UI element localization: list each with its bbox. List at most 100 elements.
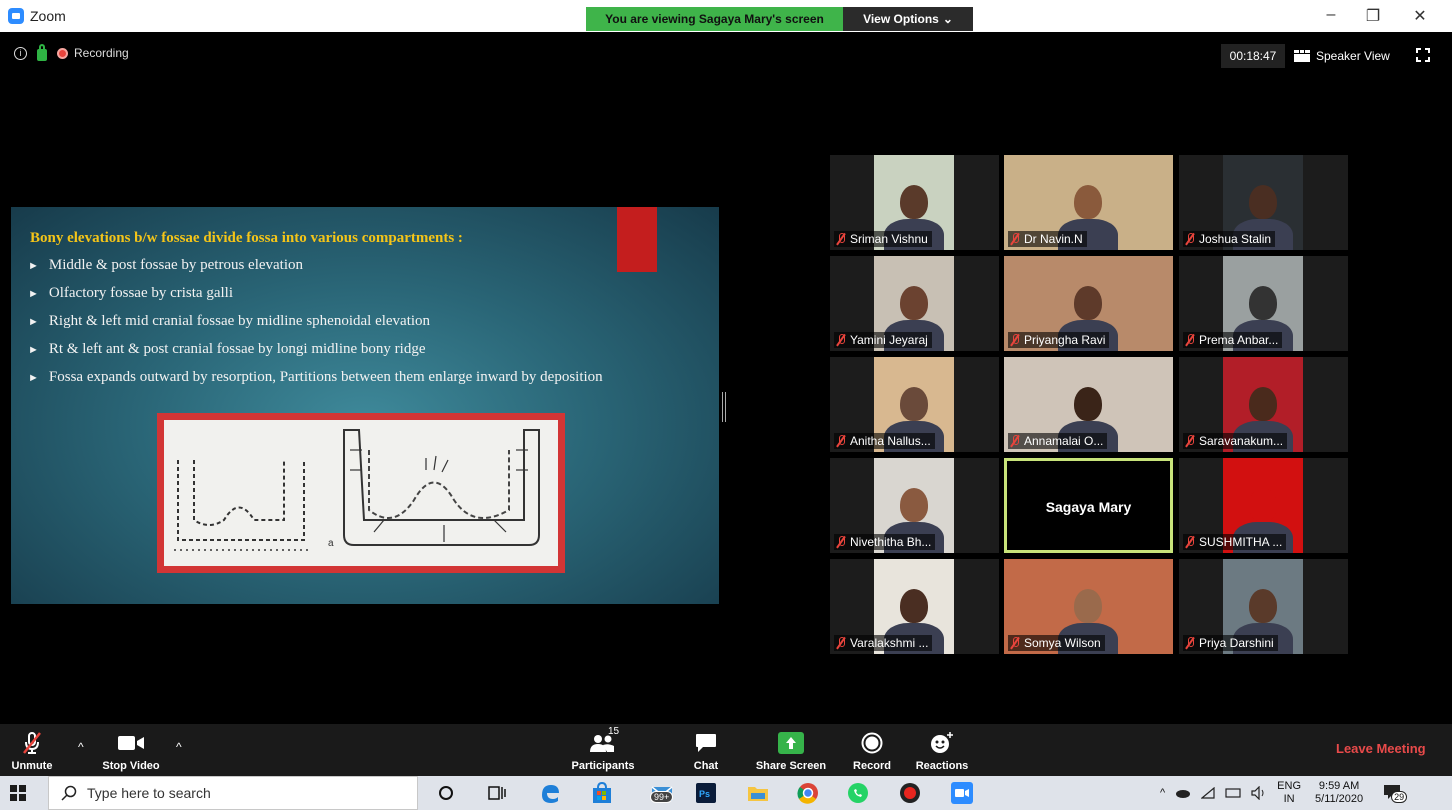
participant-tile[interactable]: Sagaya Mary bbox=[1004, 458, 1173, 553]
participant-name-tag: Anitha Nallus... bbox=[834, 433, 935, 449]
participant-tile[interactable]: Saravanakum... bbox=[1179, 357, 1348, 452]
photoshop-icon[interactable]: Ps bbox=[694, 781, 718, 805]
participant-tile[interactable]: Joshua Stalin bbox=[1179, 155, 1348, 250]
lock-icon[interactable] bbox=[37, 44, 47, 61]
participant-tile[interactable]: Yamini Jeyaraj bbox=[830, 256, 999, 351]
meeting-timer: 00:18:47 bbox=[1221, 44, 1285, 68]
participants-button[interactable]: 15 Participants bbox=[566, 724, 640, 776]
video-options-chevron-icon[interactable]: ^ bbox=[176, 740, 182, 754]
mail-badge: 99+ bbox=[650, 791, 674, 803]
participant-name-tag: SUSHMITHA ... bbox=[1183, 534, 1287, 550]
bullet-text: Right & left mid cranial fossae by midli… bbox=[48, 313, 431, 329]
muted-mic-icon bbox=[836, 435, 846, 447]
participant-tile[interactable]: Dr Navin.N bbox=[1004, 155, 1173, 250]
participant-tile[interactable]: SUSHMITHA ... bbox=[1179, 458, 1348, 553]
taskbar-search-box[interactable]: Type here to search bbox=[48, 776, 418, 810]
muted-mic-icon bbox=[1185, 334, 1195, 346]
reactions-button[interactable]: Reactions bbox=[912, 724, 972, 776]
slide-bullets: ► Middle & post fossae by petrous elevati… bbox=[28, 256, 648, 396]
action-center-button[interactable]: 29 bbox=[1383, 784, 1408, 803]
participant-name-tag: Joshua Stalin bbox=[1183, 231, 1276, 247]
stop-video-button[interactable]: Stop Video bbox=[96, 724, 166, 776]
restore-button[interactable]: ❐ bbox=[1358, 6, 1388, 26]
network-icon[interactable] bbox=[1225, 787, 1241, 799]
windows-start-icon[interactable] bbox=[10, 785, 26, 801]
fullscreen-icon[interactable] bbox=[1416, 48, 1430, 62]
participant-name-tag: Yamini Jeyaraj bbox=[834, 332, 932, 348]
wifi-icon[interactable] bbox=[1201, 787, 1215, 799]
task-view-icon[interactable] bbox=[485, 781, 509, 805]
participant-tile[interactable]: Somya Wilson bbox=[1004, 559, 1173, 654]
participant-head bbox=[900, 589, 928, 623]
speaker-volume-icon[interactable] bbox=[1251, 786, 1267, 800]
mail-icon[interactable]: 99+ bbox=[640, 781, 684, 805]
view-options-button[interactable]: View Options ⌄ bbox=[843, 7, 973, 31]
cortana-icon[interactable] bbox=[434, 781, 458, 805]
chat-button[interactable]: Chat bbox=[686, 724, 726, 776]
participant-head bbox=[900, 286, 928, 320]
zoom-logo-icon bbox=[8, 8, 24, 24]
participant-tile[interactable]: Varalakshmi ... bbox=[830, 559, 999, 654]
muted-mic-icon bbox=[836, 637, 846, 649]
participant-tile[interactable]: Annamalai O... bbox=[1004, 357, 1173, 452]
clock[interactable]: 9:59 AM 5/11/2020 bbox=[1315, 780, 1363, 806]
share-screen-button[interactable]: Share Screen bbox=[752, 724, 830, 776]
close-button[interactable]: ✕ bbox=[1405, 6, 1435, 26]
recording-indicator[interactable]: Recording bbox=[57, 46, 129, 60]
participant-name: Saravanakum... bbox=[1199, 434, 1284, 448]
stop-video-label: Stop Video bbox=[102, 760, 160, 772]
record-button[interactable]: Record bbox=[848, 724, 896, 776]
participant-tile[interactable]: Nivethitha Bh... bbox=[830, 458, 999, 553]
participant-head bbox=[1074, 589, 1102, 623]
onedrive-cloud-icon[interactable] bbox=[1175, 788, 1191, 798]
slide-bullet: ► Olfactory fossae by crista galli bbox=[28, 284, 648, 303]
title-bar: Zoom You are viewing Sagaya Mary's scree… bbox=[0, 0, 1452, 32]
reactions-label: Reactions bbox=[915, 760, 969, 772]
participant-tile[interactable]: Priya Darshini bbox=[1179, 559, 1348, 654]
chat-label: Chat bbox=[693, 760, 719, 772]
participant-name: SUSHMITHA ... bbox=[1199, 535, 1283, 549]
zoom-taskbar-icon[interactable] bbox=[950, 781, 974, 805]
chevron-down-icon: ⌄ bbox=[942, 12, 953, 26]
minimize-button[interactable]: – bbox=[1316, 6, 1346, 24]
audio-options-chevron-icon[interactable]: ^ bbox=[78, 740, 84, 754]
speaker-view-button[interactable]: Speaker View bbox=[1294, 44, 1402, 68]
bullet-text: Middle & post fossae by petrous elevatio… bbox=[48, 257, 304, 273]
muted-mic-icon bbox=[1185, 435, 1195, 447]
participant-tile[interactable]: Prema Anbar... bbox=[1179, 256, 1348, 351]
muted-mic-icon bbox=[1010, 435, 1020, 447]
participant-head bbox=[1074, 387, 1102, 421]
whatsapp-icon[interactable] bbox=[846, 781, 870, 805]
unmute-label: Unmute bbox=[11, 760, 53, 772]
bullet-arrow-icon: ► bbox=[28, 344, 39, 356]
input-language[interactable]: ENG IN bbox=[1277, 780, 1301, 806]
leave-meeting-button[interactable]: Leave Meeting bbox=[1336, 741, 1426, 756]
participant-name-tag: Varalakshmi ... bbox=[834, 635, 933, 651]
panel-splitter-handle[interactable] bbox=[722, 392, 726, 422]
participant-tile[interactable]: Priyangha Ravi bbox=[1004, 256, 1173, 351]
store-icon[interactable] bbox=[590, 781, 614, 805]
bullet-arrow-icon: ► bbox=[28, 288, 39, 300]
slide-bullet: ► Fossa expands outward by resorption, Pa… bbox=[28, 368, 648, 387]
participant-name-tag: Somya Wilson bbox=[1008, 635, 1105, 651]
share-screen-icon bbox=[778, 732, 804, 754]
unmute-button[interactable]: Unmute bbox=[8, 724, 56, 776]
participant-head bbox=[1249, 488, 1277, 522]
participant-tile[interactable]: Sriman Vishnu bbox=[830, 155, 999, 250]
participant-head bbox=[1249, 185, 1277, 219]
muted-mic-icon bbox=[836, 536, 846, 548]
fossa-diagram: a bbox=[157, 413, 565, 573]
record-icon bbox=[861, 732, 883, 754]
chrome-icon[interactable] bbox=[796, 781, 820, 805]
meeting-info-bar: i Recording bbox=[14, 44, 129, 61]
show-hidden-icons-icon[interactable]: ^ bbox=[1160, 787, 1165, 799]
participant-tile[interactable]: Anitha Nallus... bbox=[830, 357, 999, 452]
screen-recorder-icon[interactable] bbox=[898, 781, 922, 805]
participant-head bbox=[1249, 589, 1277, 623]
bullet-text: Rt & left ant & post cranial fossae by l… bbox=[48, 341, 426, 357]
file-explorer-icon[interactable] bbox=[746, 781, 770, 805]
edge-browser-icon[interactable] bbox=[538, 781, 562, 805]
participant-name: Joshua Stalin bbox=[1199, 232, 1272, 246]
bullet-arrow-icon: ► bbox=[28, 316, 39, 328]
info-icon[interactable]: i bbox=[14, 46, 27, 60]
